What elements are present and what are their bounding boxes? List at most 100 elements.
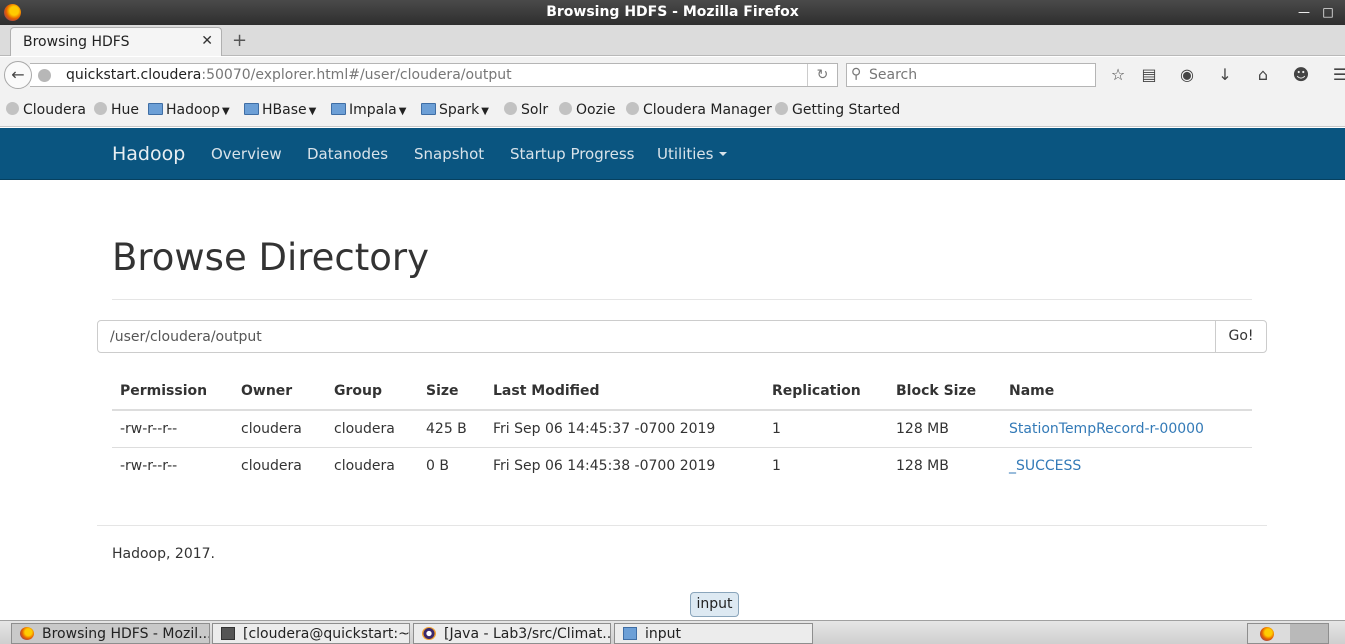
bookmark-label: Spark xyxy=(439,102,480,118)
reading-list-icon[interactable]: ▤ xyxy=(1139,65,1159,85)
bookmark-hue[interactable]: Hue xyxy=(94,102,139,118)
cell-block-size: 128 MB xyxy=(896,457,949,474)
close-tab-icon[interactable]: ✕ xyxy=(201,33,213,49)
hadoop-brand[interactable]: Hadoop xyxy=(112,143,185,165)
folder-icon xyxy=(148,103,163,115)
firefox-icon xyxy=(20,627,34,640)
bookmark-getting-started[interactable]: Getting Started xyxy=(775,102,900,118)
nav-startup-progress[interactable]: Startup Progress xyxy=(510,145,634,163)
cell-permission[interactable]: -rw-r--r-- xyxy=(112,447,233,484)
bookmark-label: Cloudera xyxy=(23,102,86,118)
url-path: :50070/explorer.html#/user/cloudera/outp… xyxy=(201,67,512,83)
new-tab-icon[interactable]: + xyxy=(232,30,247,51)
column-header[interactable]: Group xyxy=(326,372,418,411)
column-header[interactable]: Last Modified xyxy=(485,372,764,411)
home-icon[interactable]: ⌂ xyxy=(1253,65,1273,85)
folder-icon xyxy=(331,103,346,115)
search-bar[interactable]: ⚲ xyxy=(846,63,1096,87)
maximize-icon[interactable]: □ xyxy=(1319,3,1337,21)
bookmark-label: Hue xyxy=(111,102,140,118)
folder-icon xyxy=(244,103,259,115)
taskbar-item-eclipse[interactable]: [Java - Lab3/src/Climat... xyxy=(413,623,611,644)
bookmark-folder-hadoop[interactable]: Hadoop ▼ xyxy=(148,102,230,118)
nav-utilities-label: Utilities xyxy=(657,145,714,163)
directory-path-box[interactable] xyxy=(97,320,1216,353)
url-text[interactable]: quickstart.cloudera:50070/explorer.html#… xyxy=(66,67,512,83)
taskbar-item-firefox[interactable]: Browsing HDFS - Mozil... xyxy=(11,623,210,644)
site-info-icon[interactable] xyxy=(38,69,51,82)
chevron-down-icon: ▼ xyxy=(398,106,407,117)
url-host: quickstart.cloudera xyxy=(66,67,202,83)
bookmark-folder-impala[interactable]: Impala ▼ xyxy=(331,102,406,118)
cell-last-modified: Fri Sep 06 14:45:37 -0700 2019 xyxy=(485,410,764,448)
bookmark-label: Hadoop xyxy=(166,102,221,118)
file-link[interactable]: _SUCCESS xyxy=(1009,458,1081,474)
back-button[interactable]: ← xyxy=(4,61,32,89)
minimize-icon[interactable]: — xyxy=(1295,3,1313,21)
search-input[interactable] xyxy=(869,66,1089,84)
bookmark-folder-hbase[interactable]: HBase ▼ xyxy=(244,102,316,118)
chat-icon[interactable]: ☻ xyxy=(1291,65,1311,85)
column-header[interactable]: Name xyxy=(1001,372,1252,411)
menu-icon[interactable]: ☰ xyxy=(1330,65,1345,85)
column-header[interactable]: Owner xyxy=(233,372,326,411)
cell-name: _SUCCESS xyxy=(1001,447,1252,484)
bookmark-oozie[interactable]: Oozie xyxy=(559,102,615,118)
column-header[interactable]: Block Size xyxy=(888,372,1001,411)
cell-group: cloudera xyxy=(326,410,418,448)
workspace-indicator[interactable] xyxy=(1290,624,1328,643)
hadoop-navbar: Hadoop Overview Datanodes Snapshot Start… xyxy=(0,128,1345,180)
folder-icon xyxy=(623,627,637,640)
cell-name: StationTempRecord-r-00000 xyxy=(1001,410,1252,448)
file-link[interactable]: StationTempRecord-r-00000 xyxy=(1009,421,1204,437)
tab-browsing-hdfs[interactable]: Browsing HDFS ✕ xyxy=(10,27,222,56)
navigation-toolbar: quickstart.cloudera:50070/explorer.html#… xyxy=(0,57,1345,93)
back-arrow-icon: ← xyxy=(11,65,25,84)
column-header[interactable]: Replication xyxy=(764,372,888,411)
window-titlebar: Browsing HDFS - Mozilla Firefox — □ xyxy=(0,0,1345,25)
column-header[interactable]: Size xyxy=(418,372,485,411)
taskbar-label: Browsing HDFS - Mozil... xyxy=(42,626,210,642)
directory-path-input[interactable] xyxy=(110,327,1200,347)
nav-overview[interactable]: Overview xyxy=(211,145,282,163)
bookmark-label: Cloudera Manager xyxy=(643,102,772,118)
chevron-down-icon: ▼ xyxy=(222,106,230,117)
bookmark-label: Impala xyxy=(349,102,397,118)
divider xyxy=(112,299,1252,300)
pocket-icon[interactable]: ◉ xyxy=(1177,65,1197,85)
tab-label: Browsing HDFS xyxy=(23,34,130,50)
nav-utilities-dropdown[interactable]: Utilities xyxy=(657,145,728,163)
folder-icon xyxy=(421,103,436,115)
taskbar-item-input-folder[interactable]: input xyxy=(614,623,813,644)
table-row: -rw-r--r-- cloudera cloudera 425 B Fri S… xyxy=(112,410,1252,448)
bookmark-cloudera-manager[interactable]: Cloudera Manager xyxy=(626,102,772,118)
downloads-icon[interactable]: ↓ xyxy=(1215,65,1235,85)
cell-group: cloudera xyxy=(334,457,395,474)
table-row: -rw-r--r-- cloudera cloudera 0 B Fri Sep… xyxy=(112,447,1252,484)
globe-icon xyxy=(94,102,107,115)
eclipse-icon xyxy=(422,627,436,640)
bookmark-cloudera[interactable]: Cloudera xyxy=(6,102,86,118)
nav-datanodes[interactable]: Datanodes xyxy=(307,145,388,163)
bookmark-star-icon[interactable]: ☆ xyxy=(1108,65,1128,85)
cell-owner: cloudera xyxy=(241,457,302,474)
go-button[interactable]: Go! xyxy=(1215,320,1267,353)
firefox-icon xyxy=(1260,627,1274,641)
cell-replication: 1 xyxy=(772,457,781,474)
nav-snapshot[interactable]: Snapshot xyxy=(414,145,484,163)
globe-icon xyxy=(626,102,639,115)
taskbar-label: input xyxy=(645,626,682,642)
url-bar[interactable]: quickstart.cloudera:50070/explorer.html#… xyxy=(30,63,838,87)
reload-icon[interactable]: ↻ xyxy=(807,64,837,86)
cell-size: 0 B xyxy=(426,457,449,474)
bookmark-folder-spark[interactable]: Spark ▼ xyxy=(421,102,489,118)
cell-owner: cloudera xyxy=(233,410,326,448)
cell-size: 425 B xyxy=(418,410,485,448)
taskbar-item-terminal[interactable]: [cloudera@quickstart:~] xyxy=(212,623,410,644)
bookmark-solr[interactable]: Solr xyxy=(504,102,548,118)
chevron-down-icon: ▼ xyxy=(308,106,317,117)
cell-permission[interactable]: -rw-r--r-- xyxy=(112,410,233,448)
workspace-tray[interactable] xyxy=(1247,623,1329,644)
column-header[interactable]: Permission xyxy=(112,372,233,411)
tooltip: input xyxy=(690,592,739,617)
